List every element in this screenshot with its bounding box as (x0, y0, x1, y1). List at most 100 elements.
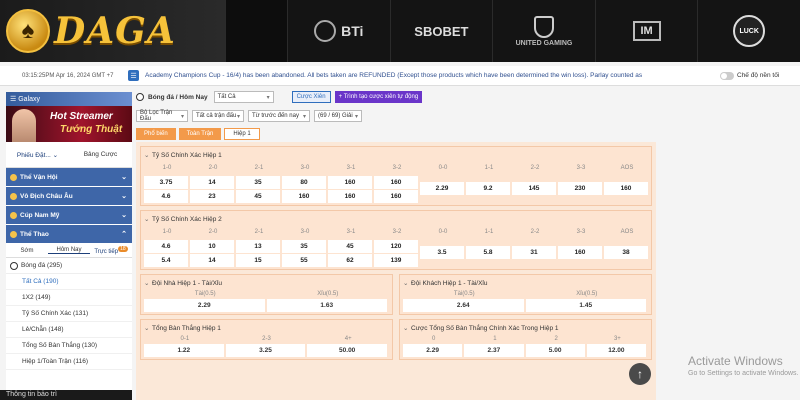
odds-button[interactable]: 230 (558, 181, 602, 195)
odds-button[interactable]: 45 (236, 189, 280, 203)
score-header-row: 0-0 1-1 2-2 3-3 AOS (420, 161, 650, 175)
category-1x2[interactable]: 1X2 (149) (6, 290, 132, 306)
tab-full-time[interactable]: Toàn Trận (178, 128, 222, 140)
match-filter-select[interactable]: Bộ Lọc Trận Đấu (136, 110, 188, 122)
odds-button[interactable]: 160 (604, 181, 648, 195)
odds-button[interactable]: 38 (604, 245, 648, 259)
sidebar-section-sports[interactable]: Thể Thao ⌃ (6, 225, 132, 244)
odds-button[interactable]: 5.4 (144, 253, 188, 267)
brand-tile-united-gaming[interactable]: UNITED GAMING (492, 0, 595, 62)
odds-button[interactable]: 14 (190, 253, 234, 267)
odds-button[interactable]: 120 (374, 239, 418, 253)
sidebar-section-olympics[interactable]: Thể Vận Hội ⌄ (6, 168, 132, 187)
card-header[interactable]: ⌄ Đội Khách Hiệp 1 - Tài/Xỉu (403, 277, 648, 289)
card-header[interactable]: ⌄ Tỷ Số Chính Xác Hiệp 1 (144, 149, 648, 161)
odds-button[interactable]: 160 (558, 245, 602, 259)
odds-button[interactable]: 2.29 (144, 299, 265, 312)
sport-football[interactable]: Bóng đá (295) (6, 258, 132, 274)
odds-button[interactable]: 23 (190, 189, 234, 203)
odds-button[interactable]: 55 (282, 253, 326, 267)
odds-button[interactable]: 14 (190, 175, 234, 189)
watermark-line2: Go to Settings to activate Windows. (688, 370, 799, 377)
odds-button[interactable]: 1.45 (525, 299, 646, 312)
sidebar-section-copa[interactable]: Cúp Nam Mỹ ⌄ (6, 206, 132, 225)
select-value: Từ trước đến nay (252, 113, 299, 119)
tab-bet-slip[interactable]: Phiếu Đặt... ⌄ (6, 151, 69, 159)
maintenance-info[interactable]: Thông tin bảo trì (0, 390, 132, 400)
brand-tile-im[interactable]: IM (594, 0, 698, 62)
promo-banner[interactable]: Hot Streamer Tướng Thuật (6, 106, 132, 142)
score-label: 1-0 (162, 165, 172, 171)
odds-button[interactable]: 2.37 (464, 344, 524, 357)
time-range-select[interactable]: Từ trước đến nay (248, 110, 310, 122)
odds-button[interactable]: 45 (328, 239, 372, 253)
odds-button[interactable]: 80 (282, 175, 326, 189)
score-label: 2-0 (208, 165, 218, 171)
brand-tile-sbobet[interactable]: SBOBET (389, 0, 493, 62)
league-select[interactable]: Tất Cả (213, 91, 274, 103)
tab-first-half[interactable]: Hiệp 1 (224, 128, 260, 140)
tab-early[interactable]: Sớm (6, 248, 48, 254)
odds-button[interactable]: 10 (190, 239, 234, 253)
category-correct-score[interactable]: Tỷ Số Chính Xác (131) (6, 306, 132, 322)
odds-button[interactable]: 31 (512, 245, 556, 259)
category-odd-even[interactable]: Lẻ/Chẵn (148) (6, 322, 132, 338)
odds-button[interactable]: 12.00 (586, 344, 646, 357)
parlay-button[interactable]: Cược Xiên (291, 91, 331, 103)
sidebar-section-euro[interactable]: Vô Địch Châu Âu ⌄ (6, 187, 132, 206)
odds-button[interactable]: 145 (512, 181, 556, 195)
odds-button[interactable]: 2.29 (403, 344, 463, 357)
odds-button[interactable]: 4.6 (144, 189, 188, 203)
odds-button[interactable]: 13 (236, 239, 280, 253)
windows-activation-watermark: Activate Windows Go to Settings to activ… (688, 354, 799, 377)
total-goals-card: ⌄ Tổng Bàn Thắng Hiệp 1 0-1 2-3 4+ 1.22 3.25… (140, 319, 393, 360)
odds-button[interactable]: 2.64 (403, 299, 524, 312)
odds-button[interactable]: 35 (282, 239, 326, 253)
category-ht-ft[interactable]: Hiệp 1/Toàn Trận (116) (6, 354, 132, 370)
tab-today[interactable]: Hôm Nay (48, 247, 90, 254)
dark-mode-toggle[interactable] (720, 71, 734, 80)
odds-button[interactable]: 5.00 (525, 344, 585, 357)
league-count-select[interactable]: (69 / 69) Giải (314, 110, 362, 122)
odds-button[interactable]: 3.5 (420, 245, 464, 259)
odds-button[interactable]: 50.00 (307, 344, 388, 357)
odds-button[interactable]: 9.2 (466, 181, 510, 195)
tab-label: Phiếu Đặt... (16, 151, 51, 159)
odds-button[interactable]: 160 (328, 189, 372, 203)
all-matches-select[interactable]: Tất cả trận đấu (192, 110, 244, 122)
brand-tile-bti[interactable]: BTi (286, 0, 390, 62)
tab-my-bets[interactable]: Bảng Cược (69, 151, 132, 158)
brand-tile-blank[interactable] (225, 0, 287, 62)
odds-button[interactable]: 160 (328, 175, 372, 189)
odds-button[interactable]: 35 (236, 175, 280, 189)
tab-popular[interactable]: Phổ biến (136, 128, 176, 140)
odds-button[interactable]: 1.22 (144, 344, 224, 357)
score-label: 2-2 (530, 229, 540, 235)
odds-button[interactable]: 3.25 (225, 344, 306, 357)
odds-button[interactable]: 160 (282, 189, 326, 203)
card-header[interactable]: ⌄ Tỷ Số Chính Xác Hiệp 2 (144, 213, 648, 225)
site-logo[interactable]: ♠ DAGA (0, 0, 225, 62)
category-all[interactable]: Tất Cả (190) (6, 274, 132, 290)
over-under-row: ⌄ Đội Nhà Hiệp 1 - Tài/Xỉu Tài(0.5) Xỉu(0.… (140, 274, 652, 315)
odds-button[interactable]: 62 (328, 253, 372, 267)
odds-button[interactable]: 160 (374, 189, 418, 203)
galaxy-banner[interactable]: ☰ Galaxy (6, 92, 132, 106)
card-header[interactable]: ⌄ Đội Nhà Hiệp 1 - Tài/Xỉu (144, 277, 389, 289)
odds-button[interactable]: 2.29 (420, 181, 464, 195)
tab-live[interactable]: Trực tiếp 18 (90, 246, 132, 255)
category-total-goals[interactable]: Tổng Số Bàn Thắng (130) (6, 338, 132, 354)
odds-button[interactable]: 1.63 (266, 299, 387, 312)
odds-button[interactable]: 3.75 (144, 175, 188, 189)
odds-button[interactable]: 4.6 (144, 239, 188, 253)
odds-button[interactable]: 5.8 (466, 245, 510, 259)
odds-button[interactable]: 139 (374, 253, 418, 267)
scroll-to-top-button[interactable]: ↑ (629, 363, 651, 385)
card-header[interactable]: ⌄ Cược Tổng Số Bàn Thắng Chính Xác Trong … (403, 322, 648, 334)
auto-parlay-button[interactable]: + Trình tạo cược xiên tự động (334, 91, 423, 103)
select-value: Bộ Lọc Trận Đấu (140, 110, 173, 122)
odds-button[interactable]: 160 (374, 175, 418, 189)
brand-tile-luck[interactable]: LUCK (697, 0, 800, 62)
card-header[interactable]: ⌄ Tổng Bàn Thắng Hiệp 1 (144, 322, 389, 334)
odds-button[interactable]: 15 (236, 253, 280, 267)
